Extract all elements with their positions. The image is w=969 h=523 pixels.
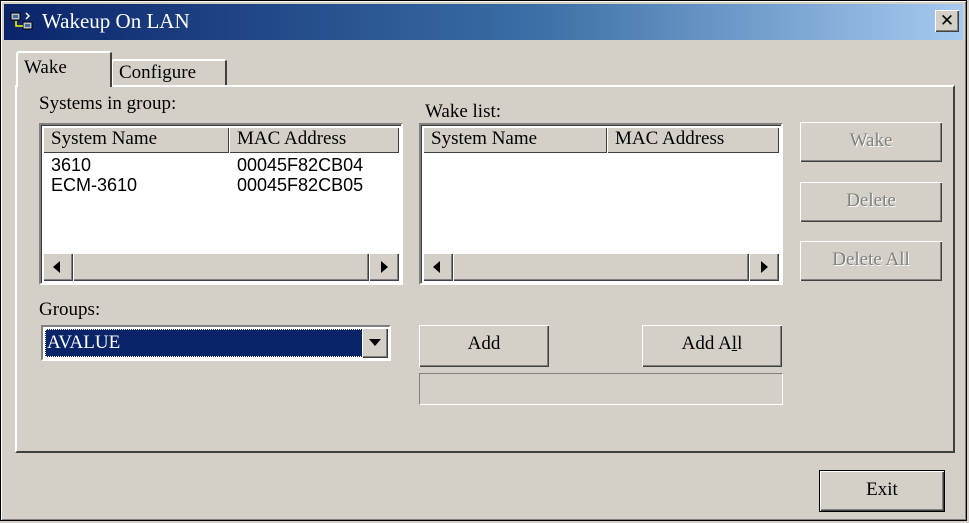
groups-label: Groups: xyxy=(39,299,101,320)
dropdown-arrow-button[interactable] xyxy=(362,328,388,358)
window-title: Wakeup On LAN xyxy=(42,9,190,33)
tab-wake-label: Wake xyxy=(24,57,67,78)
delete-button[interactable]: Delete xyxy=(800,182,942,222)
tab-configure[interactable]: Configure xyxy=(111,59,227,87)
wake-list[interactable]: System Name MAC Address xyxy=(419,123,783,285)
systems-list-horizontal-scrollbar[interactable] xyxy=(43,253,399,281)
arrow-left-icon xyxy=(433,261,440,273)
scroll-left-button[interactable] xyxy=(423,253,453,281)
network-computers-icon xyxy=(10,12,33,30)
column-header-mac-address[interactable]: MAC Address xyxy=(607,127,779,153)
scroll-thumb[interactable] xyxy=(453,253,749,281)
chevron-down-icon xyxy=(369,339,381,346)
delete-all-button[interactable]: Delete All xyxy=(800,241,942,281)
wakeup-on-lan-window: Wakeup On LAN ✕ Wake Configure Systems i… xyxy=(0,0,967,521)
column-header-mac-address[interactable]: MAC Address xyxy=(229,127,399,153)
scroll-right-button[interactable] xyxy=(749,253,779,281)
add-button[interactable]: Add xyxy=(419,325,549,367)
list-item-system-name[interactable]: ECM-3610 xyxy=(51,175,137,195)
exit-button[interactable]: Exit xyxy=(820,471,944,511)
scroll-right-button[interactable] xyxy=(369,253,399,281)
arrow-left-icon xyxy=(53,261,60,273)
scroll-track[interactable] xyxy=(73,253,369,281)
progress-bar xyxy=(419,373,783,405)
column-header-system-name[interactable]: System Name xyxy=(423,127,607,153)
list-item-system-name[interactable]: 3610 xyxy=(51,155,91,175)
close-button[interactable]: ✕ xyxy=(935,10,959,32)
groups-selected-value[interactable]: AVALUE xyxy=(45,329,365,357)
arrow-right-icon xyxy=(381,261,388,273)
wake-list-horizontal-scrollbar[interactable] xyxy=(423,253,779,281)
scroll-left-button[interactable] xyxy=(43,253,73,281)
scroll-thumb[interactable] xyxy=(73,253,369,281)
systems-in-group-label: Systems in group: xyxy=(39,93,177,114)
systems-in-group-list[interactable]: System Name MAC Address 3610 00045F82CB0… xyxy=(39,123,403,285)
title-bar[interactable]: Wakeup On LAN ✕ xyxy=(4,4,963,40)
tab-configure-label: Configure xyxy=(119,62,197,83)
groups-dropdown[interactable]: AVALUE xyxy=(41,325,391,361)
tab-wake[interactable]: Wake xyxy=(16,51,112,87)
arrow-right-icon xyxy=(761,261,768,273)
wake-button[interactable]: Wake xyxy=(800,122,942,162)
wake-list-label: Wake list: xyxy=(425,101,502,122)
close-icon: ✕ xyxy=(939,11,955,31)
scroll-track[interactable] xyxy=(453,253,749,281)
column-header-system-name[interactable]: System Name xyxy=(43,127,229,153)
add-all-button[interactable]: Add All xyxy=(642,325,782,367)
list-item-mac-address[interactable]: 00045F82CB05 xyxy=(237,175,363,195)
list-item-mac-address[interactable]: 00045F82CB04 xyxy=(237,155,363,175)
